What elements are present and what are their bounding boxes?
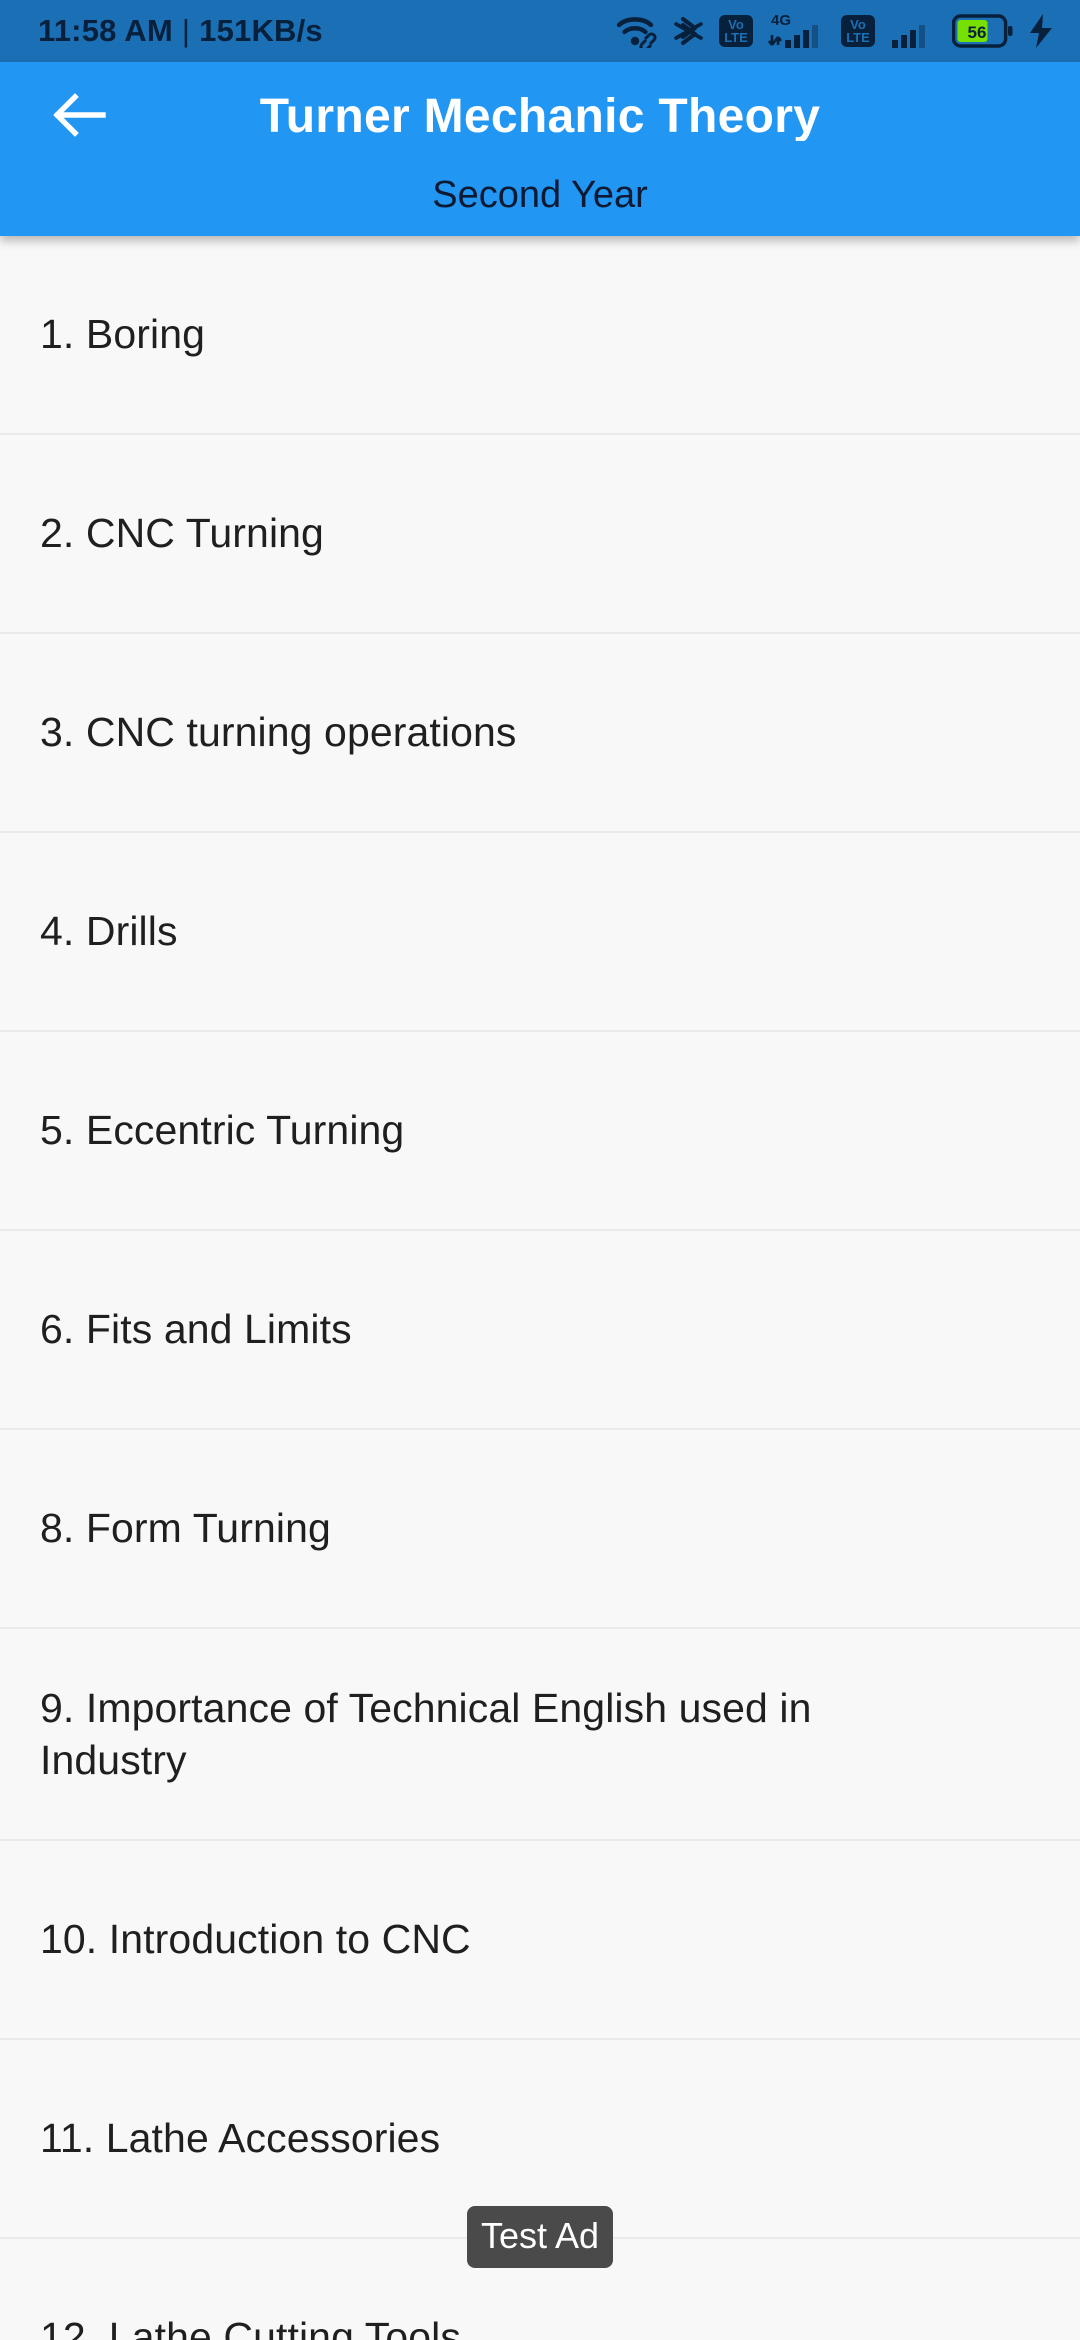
app-screen: 11:58 AM | 151KB/s Vo LTE 4G Vo LTE 56 T… [0,0,1080,2340]
arrow-left-icon [51,92,107,143]
status-bar: 11:58 AM | 151KB/s Vo LTE 4G Vo LTE 56 [0,0,1080,62]
list-item-label: 5. Eccentric Turning [40,1107,405,1154]
wifi-icon [616,14,660,48]
back-button[interactable] [48,86,110,148]
app-bar: Turner Mechanic Theory Second Year [0,62,1080,236]
svg-text:LTE: LTE [846,30,870,45]
list-item[interactable]: 3. CNC turning operations [0,634,1080,833]
list-item[interactable]: 1. Boring [0,236,1080,435]
app-bar-row: Turner Mechanic Theory [0,62,1080,172]
page-subtitle: Second Year [432,174,648,216]
list-item[interactable]: 4. Drills [0,833,1080,1032]
list-item[interactable]: 10. Introduction to CNC [0,1841,1080,2040]
charging-bolt-icon [1028,13,1054,49]
list-item-label: 9. Importance of Technical English used … [40,1684,812,1783]
battery-level-text: 56 [968,23,987,42]
status-time: 11:58 AM [38,13,173,48]
list-item[interactable]: 6. Fits and Limits [0,1231,1080,1430]
list-item[interactable]: 2. CNC Turning [0,435,1080,634]
battery-icon: 56 [952,14,1014,48]
list-item[interactable]: 8. Form Turning [0,1430,1080,1629]
chapter-list[interactable]: 1. Boring 2. CNC Turning 3. CNC turning … [0,236,1080,2340]
status-bar-left: 11:58 AM | 151KB/s [38,13,323,49]
list-item-label: 1. Boring [40,311,206,358]
bluetooth-icon [674,13,704,49]
page-title: Turner Mechanic Theory [259,93,821,141]
list-item-label: 2. CNC Turning [40,510,324,557]
signal-icon-sim2 [890,11,938,51]
status-separator: | [181,13,191,48]
list-item-label: 12. Lathe Cutting Tools [40,2314,461,2340]
signal-4g-icon-sim1: 4G [768,11,826,51]
list-item-label: 10. Introduction to CNC [40,1916,471,1963]
list-item-label: 11. Lathe Accessories [40,2115,441,2162]
status-network-speed: 151KB/s [199,13,323,48]
list-item-label: 4. Drills [40,908,178,955]
list-item-label: 8. Form Turning [40,1505,331,1552]
list-item-label: 6. Fits and Limits [40,1306,352,1353]
volte-icon-sim2: Vo LTE [840,13,876,49]
svg-text:4G: 4G [771,12,791,29]
volte-icon-sim1: Vo LTE [718,13,754,49]
list-item-label: 3. CNC turning operations [40,709,517,756]
test-ad-badge[interactable]: Test Ad [467,2206,614,2268]
list-item[interactable]: 5. Eccentric Turning [0,1032,1080,1231]
status-bar-icons: Vo LTE 4G Vo LTE 56 [616,11,1054,51]
list-item[interactable]: 9. Importance of Technical English used … [0,1629,1080,1841]
svg-text:LTE: LTE [724,30,748,45]
